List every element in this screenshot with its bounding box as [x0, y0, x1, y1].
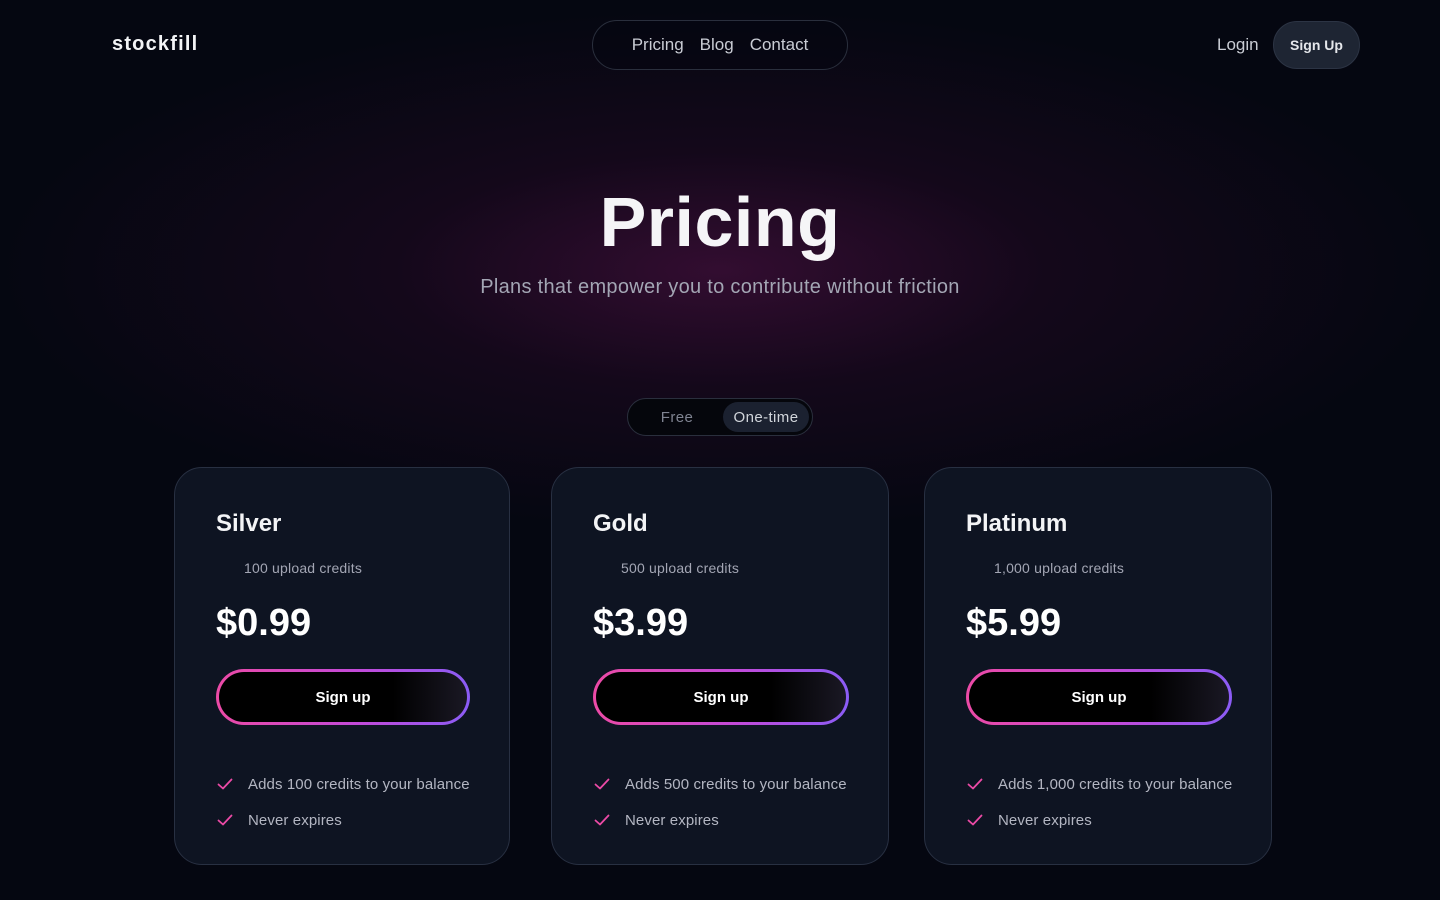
plan-card-silver: Silver 100 upload credits $0.99 Sign up … [174, 467, 510, 865]
plan-price: $3.99 [593, 602, 689, 644]
plan-price: $0.99 [216, 602, 312, 644]
check-icon [216, 811, 234, 829]
plan-price: $5.99 [966, 602, 1062, 644]
feature-text: Never expires [625, 811, 719, 829]
feature-text: Adds 500 credits to your balance [625, 775, 847, 793]
check-icon [966, 775, 984, 793]
nav-link-blog[interactable]: Blog [700, 35, 734, 55]
feature-text: Adds 100 credits to your balance [248, 775, 470, 793]
platinum-signup-button[interactable]: Sign up [966, 669, 1232, 725]
plan-name: Silver [216, 510, 282, 537]
signup-button-label: Sign up [596, 672, 846, 722]
feature-list: Adds 1,000 credits to your balance Never… [966, 766, 1232, 838]
feature-list: Adds 100 credits to your balance Never e… [216, 766, 470, 838]
plan-credits: 500 upload credits [621, 560, 740, 576]
toggle-option-free[interactable]: Free [631, 402, 723, 432]
check-icon [593, 775, 611, 793]
plan-credits: 100 upload credits [244, 560, 363, 576]
check-icon [593, 811, 611, 829]
plan-card-platinum: Platinum 1,000 upload credits $5.99 Sign… [924, 467, 1272, 865]
logo[interactable]: stockfill [112, 33, 198, 56]
silver-signup-button[interactable]: Sign up [216, 669, 470, 725]
page-subtitle: Plans that empower you to contribute wit… [480, 276, 960, 298]
toggle-option-one-time[interactable]: One-time [723, 402, 809, 432]
check-icon [966, 811, 984, 829]
plan-credits: 1,000 upload credits [994, 560, 1125, 576]
plan-card-gold: Gold 500 upload credits $3.99 Sign up Ad… [551, 467, 889, 865]
feature-text: Never expires [248, 811, 342, 829]
plan-name: Platinum [966, 510, 1068, 537]
main-nav: Pricing Blog Contact [592, 20, 848, 70]
feature-item: Adds 500 credits to your balance [593, 766, 847, 802]
feature-text: Never expires [998, 811, 1092, 829]
check-icon [216, 775, 234, 793]
billing-toggle: Free One-time [627, 398, 813, 436]
page-title: Pricing [599, 183, 841, 261]
nav-link-contact[interactable]: Contact [750, 35, 809, 55]
nav-link-pricing[interactable]: Pricing [632, 35, 684, 55]
feature-item: Adds 100 credits to your balance [216, 766, 470, 802]
feature-item: Adds 1,000 credits to your balance [966, 766, 1232, 802]
header-signup-button[interactable]: Sign Up [1273, 21, 1360, 69]
feature-item: Never expires [216, 802, 470, 838]
plan-name: Gold [593, 510, 648, 537]
signup-button-label: Sign up [969, 672, 1229, 722]
feature-list: Adds 500 credits to your balance Never e… [593, 766, 847, 838]
login-link[interactable]: Login [1217, 35, 1259, 55]
feature-item: Never expires [966, 802, 1232, 838]
gold-signup-button[interactable]: Sign up [593, 669, 849, 725]
feature-text: Adds 1,000 credits to your balance [998, 775, 1233, 793]
feature-item: Never expires [593, 802, 847, 838]
signup-button-label: Sign up [219, 672, 467, 722]
site-header: stockfill Pricing Blog Contact Login Sig… [0, 0, 1440, 90]
